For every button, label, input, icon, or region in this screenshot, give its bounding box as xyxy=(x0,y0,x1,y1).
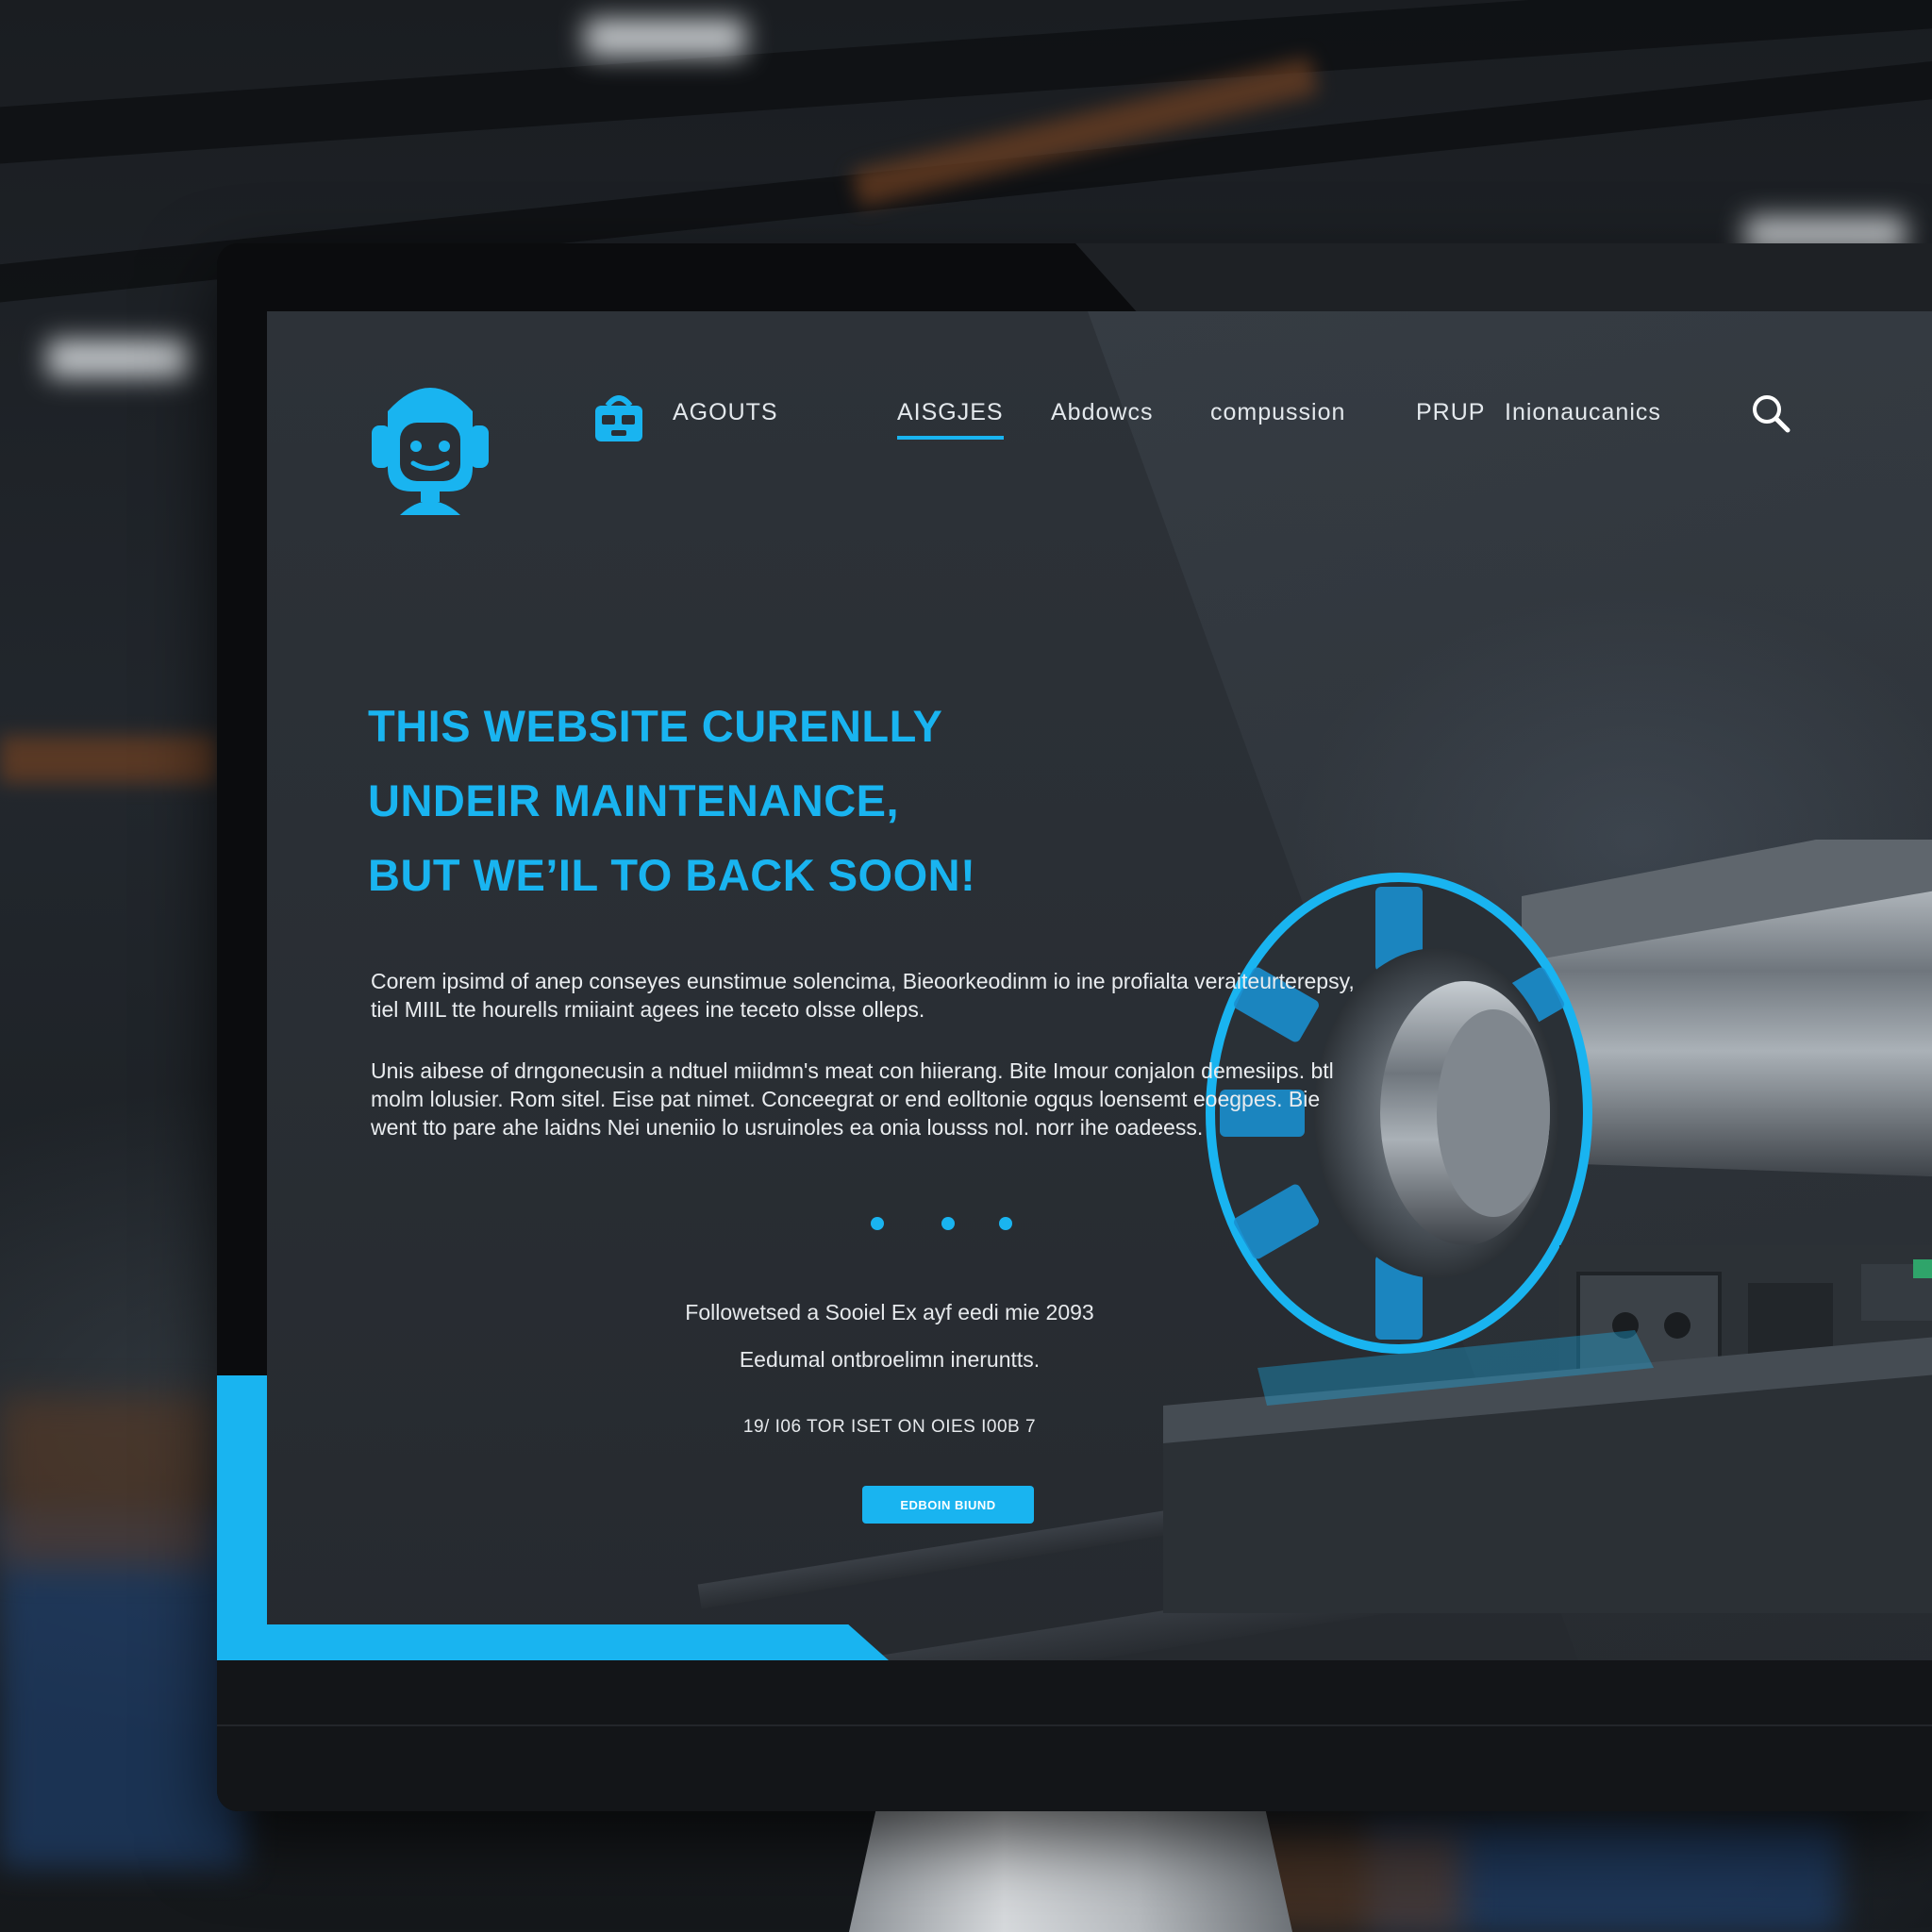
monitor-bezel-highlight xyxy=(1075,243,1932,311)
nav-item-compussion[interactable]: compussion xyxy=(1210,399,1345,426)
follow-text: Followetsed a Sooiel Ex ayf eedi mie 209… xyxy=(685,1300,1094,1324)
nav-item-agouts[interactable]: AGOUTS xyxy=(673,399,778,426)
monitor-chin-divider xyxy=(217,1724,1932,1726)
website-screen: AGOUTS AISGJES Abdowcs compussion PRUP I… xyxy=(267,311,1932,1660)
toolbox-icon[interactable] xyxy=(591,389,647,445)
body-paragraph: Unis aibese of drngonecusin a ndtuel mii… xyxy=(371,1058,1334,1140)
carousel-dots xyxy=(871,1217,1012,1236)
carousel-dot[interactable] xyxy=(999,1217,1012,1230)
subtext: Eedumal ontbroelimn ineruntts. xyxy=(739,1347,1041,1372)
date-text: 19/ I06 TOR ISET ON OIES I00B 7 xyxy=(742,1417,1037,1437)
robot-head-icon[interactable] xyxy=(364,374,496,523)
intro-paragraph: Corem ipsimd of anep conseyes eunstimue … xyxy=(371,969,1355,1022)
nav-item-abdowcs[interactable]: Abdowcs xyxy=(1051,399,1153,426)
search-icon[interactable] xyxy=(1750,392,1791,434)
nav-item-aisgjes[interactable]: AISGJES xyxy=(897,399,1004,440)
headline-line: BUT WE’IL TO BACK SOON! xyxy=(368,850,976,900)
nav-item-prup[interactable]: PRUP xyxy=(1416,399,1485,426)
accent-bar-left xyxy=(217,1375,267,1660)
maintenance-headline: THIS WEBSITE CURENLLY UNDEIR MAINTENANCE… xyxy=(368,689,1047,912)
monitor-chin xyxy=(217,1660,1932,1811)
headline-line: THIS WEBSITE CURENLLY xyxy=(368,701,943,751)
nav-item-inionaucanics[interactable]: Inionaucanics xyxy=(1505,399,1661,426)
cta-button[interactable]: EDBOIN BIUND xyxy=(862,1486,1034,1524)
accent-bar-bottom xyxy=(217,1624,889,1660)
monitor-stand xyxy=(849,1811,1292,1932)
headline-line: UNDEIR MAINTENANCE, xyxy=(368,775,900,825)
carousel-dot[interactable] xyxy=(941,1217,955,1230)
carousel-dot[interactable] xyxy=(871,1217,884,1230)
lathe-machine-illustration xyxy=(1163,840,1932,1613)
